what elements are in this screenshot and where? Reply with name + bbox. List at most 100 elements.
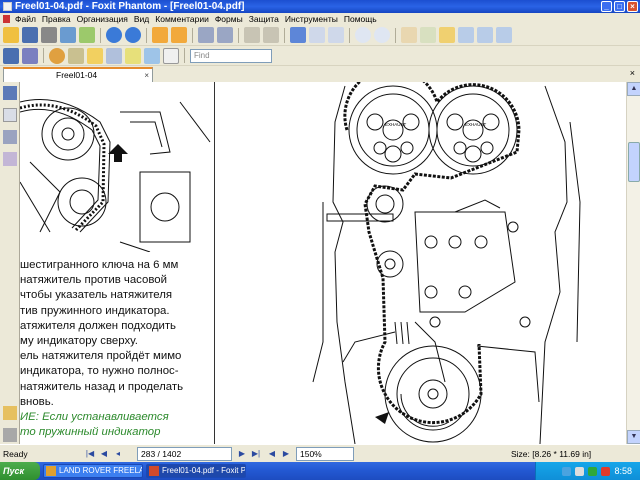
toolbar-separator <box>238 27 239 43</box>
select-area-icon[interactable] <box>309 27 325 43</box>
prev-page-icon[interactable]: ◀ <box>98 448 110 460</box>
taskbar-item-landrover[interactable]: LAND ROVER FREELAND... <box>43 464 143 478</box>
security-icon[interactable] <box>601 466 611 476</box>
navigation-sidebar <box>0 82 20 444</box>
taskbar-item-foxit[interactable]: Freel01-04.pdf - Foxit P... <box>146 464 246 478</box>
email-icon[interactable] <box>60 27 76 43</box>
text-line: чтобы указатель натяжителя <box>20 289 173 302</box>
zoom-in-icon[interactable] <box>374 27 390 43</box>
typewriter-icon[interactable] <box>106 47 122 64</box>
window-controls: _ □ × <box>601 1 638 12</box>
menu-protect[interactable]: Защита <box>246 14 282 24</box>
edit-doc-icon[interactable] <box>22 47 38 64</box>
page-number-input[interactable]: 283 / 1402 <box>137 447 232 461</box>
redo-icon[interactable] <box>263 27 279 43</box>
toolbar-separator <box>184 48 185 63</box>
back-arrow-icon[interactable] <box>152 27 168 43</box>
status-ready: Ready <box>3 448 28 459</box>
menu-tools[interactable]: Инструменты <box>282 14 341 24</box>
find-input[interactable]: Find <box>190 48 272 63</box>
antivirus-icon[interactable] <box>588 466 598 476</box>
signatures-icon[interactable] <box>3 152 17 166</box>
toolbar-separator <box>192 27 193 43</box>
forward-view-icon[interactable]: ▶ <box>280 448 292 460</box>
close-all-tabs-icon[interactable]: × <box>630 68 635 78</box>
volume-icon[interactable] <box>575 466 585 476</box>
menu-edit[interactable]: Правка <box>39 14 74 24</box>
note-line: то пружинный индикатор <box>20 426 161 439</box>
start-button[interactable]: Пуск <box>0 462 40 480</box>
tab-close-icon[interactable]: × <box>144 70 149 82</box>
fit-page-icon[interactable] <box>328 27 344 43</box>
zoom-tool-icon[interactable] <box>290 27 306 43</box>
bookmarks-icon[interactable] <box>3 86 17 100</box>
scroll-up-icon[interactable]: ▲ <box>627 82 640 96</box>
layers-icon[interactable] <box>3 130 17 144</box>
menu-bar: Файл Правка Организация Вид Комментарии … <box>0 13 640 25</box>
zoom-select[interactable]: 150% <box>296 447 354 461</box>
page-down-icon[interactable] <box>125 27 141 43</box>
highlight-icon[interactable] <box>125 47 141 64</box>
scroll-thumb[interactable] <box>628 142 640 182</box>
zoom-out-icon[interactable] <box>355 27 371 43</box>
undo-icon[interactable] <box>244 27 260 43</box>
task-label: Freel01-04.pdf - Foxit P... <box>162 466 246 475</box>
exhaust-label: EXHAUST <box>465 122 487 127</box>
timing-belt-diagram: EXHAUST EXHAUST <box>312 82 581 444</box>
text-line: му индикатору сверху. <box>20 335 138 348</box>
maximize-button[interactable]: □ <box>614 1 625 12</box>
hand-tool-icon[interactable] <box>401 27 417 43</box>
user-icon[interactable] <box>49 47 65 64</box>
menu-view[interactable]: Вид <box>131 14 152 24</box>
annotation-select-icon[interactable] <box>439 27 455 43</box>
copy-icon[interactable] <box>198 27 214 43</box>
snapshot-icon[interactable] <box>458 27 474 43</box>
page-up-icon[interactable] <box>106 27 122 43</box>
text-line: ель натяжителя пройдёт мимо <box>20 350 182 363</box>
menu-comments[interactable]: Комментарии <box>152 14 212 24</box>
next-page-icon[interactable]: ▶ <box>236 448 248 460</box>
menu-organize[interactable]: Организация <box>74 14 131 24</box>
tensioner-diagram <box>20 99 211 253</box>
close-button[interactable]: × <box>627 1 638 12</box>
print-icon[interactable] <box>41 27 57 43</box>
window-title: Freel01-04.pdf - Foxit Phantom - [Freel0… <box>15 1 245 12</box>
new-doc-icon[interactable] <box>3 47 19 64</box>
comments-icon[interactable] <box>3 406 17 420</box>
page-view-icon[interactable] <box>163 47 179 64</box>
pages-icon[interactable] <box>3 108 17 122</box>
minimize-button[interactable]: _ <box>601 1 612 12</box>
vertical-scrollbar[interactable]: ▲ ▼ <box>626 82 640 444</box>
document-view[interactable]: шестигранного ключа на 6 мм натяжитель п… <box>20 82 626 444</box>
attachments-icon[interactable] <box>3 428 17 442</box>
document-icon[interactable] <box>3 15 10 23</box>
form-icon[interactable] <box>144 47 160 64</box>
open-icon[interactable] <box>3 27 19 43</box>
tab-document[interactable]: Freel01-04 × <box>3 67 153 82</box>
toolbar-separator <box>43 48 44 63</box>
first-page-icon[interactable]: |◀ <box>84 448 96 460</box>
menu-forms[interactable]: Формы <box>212 14 246 24</box>
text-select-icon[interactable] <box>420 27 436 43</box>
prev-page-alt-icon[interactable]: ◂ <box>112 448 124 460</box>
menu-help[interactable]: Помощь <box>341 14 380 24</box>
last-page-icon[interactable]: ▶| <box>250 448 262 460</box>
rotate-icon[interactable] <box>496 27 512 43</box>
toolbar-separator <box>146 27 147 43</box>
paste-icon[interactable] <box>217 27 233 43</box>
system-tray: 8:58 <box>535 462 640 480</box>
window-titlebar[interactable]: Freel01-04.pdf - Foxit Phantom - [Freel0… <box>0 0 640 13</box>
sticky-note-icon[interactable] <box>87 47 103 64</box>
status-bar: Ready |◀ ◀ ◂ 283 / 1402 ▶ ▶| ◀ ▶ 150% Si… <box>0 444 640 462</box>
forward-arrow-icon[interactable] <box>171 27 187 43</box>
toolbar-separator <box>284 27 285 43</box>
back-view-icon[interactable]: ◀ <box>266 448 278 460</box>
scan-icon[interactable] <box>79 27 95 43</box>
two-page-icon[interactable] <box>477 27 493 43</box>
scroll-down-icon[interactable]: ▼ <box>627 430 640 444</box>
save-icon[interactable] <box>22 27 38 43</box>
menu-file[interactable]: Файл <box>12 14 39 24</box>
attach-icon[interactable] <box>68 47 84 64</box>
start-label: Пуск <box>3 466 25 476</box>
network-icon[interactable] <box>562 466 572 476</box>
